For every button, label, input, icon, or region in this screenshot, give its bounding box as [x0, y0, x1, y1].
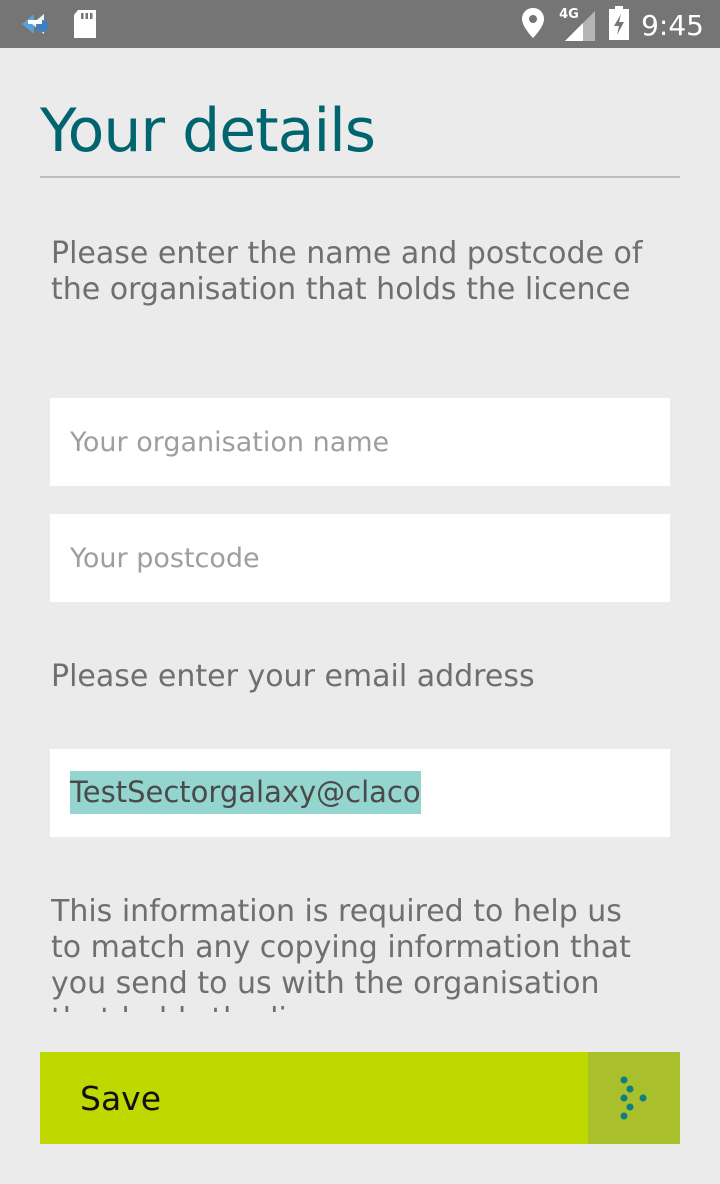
save-button[interactable]: Save	[40, 1052, 680, 1144]
cellular-signal-icon: 4G	[557, 7, 597, 43]
clock: 9:45	[641, 8, 704, 42]
location-pin-icon	[521, 7, 545, 43]
status-bar: 4G 9:45	[0, 0, 720, 48]
status-bar-right: 4G 9:45	[521, 6, 704, 44]
battery-charging-icon	[609, 6, 630, 44]
network-type-label: 4G	[559, 7, 579, 22]
status-bar-left	[18, 8, 98, 44]
save-button-label: Save	[80, 1078, 162, 1118]
page-title: Your details	[40, 96, 376, 166]
email-input-value: TestSectorgalaxy@claco	[70, 771, 421, 814]
email-instruction: Please enter your email address	[51, 659, 535, 694]
dotted-arrow-right-icon	[588, 1052, 680, 1144]
details-screen: Your details Please enter the name and p…	[0, 48, 720, 1184]
organisation-name-input[interactable]	[50, 398, 670, 486]
postcode-input[interactable]	[50, 514, 670, 602]
information-note: This information is required to help us …	[51, 894, 631, 1012]
email-input[interactable]: TestSectorgalaxy@claco	[50, 749, 670, 837]
title-divider	[40, 176, 680, 178]
sd-card-icon	[72, 9, 98, 43]
app-notification-icon	[18, 8, 54, 44]
organisation-instruction: Please enter the name and postcode of th…	[51, 236, 643, 307]
